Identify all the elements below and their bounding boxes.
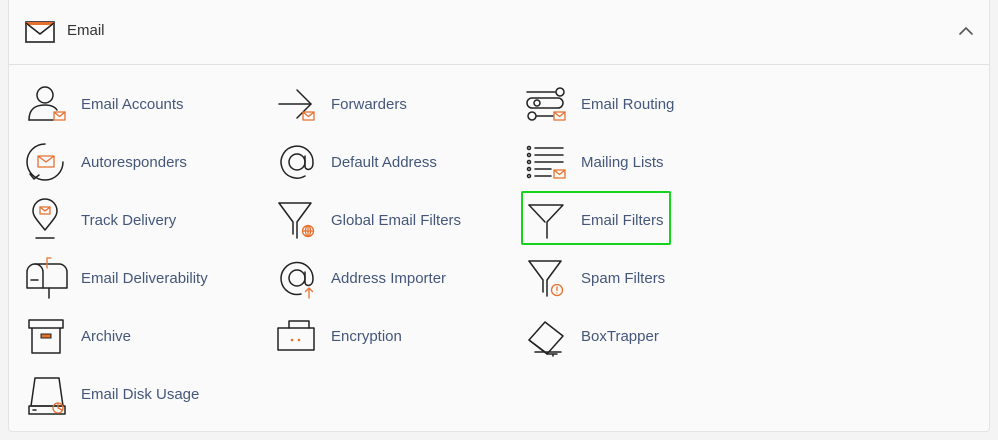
global-email-filters-label: Global Email Filters <box>331 212 462 229</box>
email-filters-icon <box>528 204 564 239</box>
global-email-filters-icon <box>278 202 315 239</box>
archive-icon <box>28 319 64 354</box>
autoresponders-icon <box>26 143 64 181</box>
email-disk-usage-label: Email Disk Usage <box>81 386 200 403</box>
encryption-icon <box>277 320 315 351</box>
spam-filters-icon <box>528 260 564 297</box>
encryption-label: Encryption <box>331 328 402 345</box>
chevron-up-icon[interactable] <box>959 26 973 36</box>
envelope-icon <box>25 21 55 43</box>
boxtrapper-icon <box>528 321 564 357</box>
email-routing-icon <box>526 87 566 121</box>
forwarders-icon <box>278 89 315 121</box>
default-address-label: Default Address <box>331 154 437 171</box>
autoresponders-label: Autoresponders <box>81 154 187 171</box>
default-address-icon <box>280 145 314 179</box>
email-routing-label: Email Routing <box>581 96 675 113</box>
email-deliverability-icon <box>26 257 68 299</box>
spam-filters-label: Spam Filters <box>581 270 666 287</box>
archive-label: Archive <box>81 328 132 345</box>
mailing-lists-label: Mailing Lists <box>581 154 664 171</box>
track-delivery-icon <box>32 198 58 239</box>
email-disk-usage-icon <box>28 377 66 415</box>
address-importer-label: Address Importer <box>331 270 447 287</box>
track-delivery-label: Track Delivery <box>81 212 177 229</box>
email-deliverability-label: Email Deliverability <box>81 270 208 287</box>
forwarders-label: Forwarders <box>331 96 407 113</box>
email-section-panel: Email Email Accounts Forwarders Email Ro… <box>8 0 990 432</box>
address-importer-icon <box>280 261 314 299</box>
email-accounts-label: Email Accounts <box>81 96 184 113</box>
boxtrapper-label: BoxTrapper <box>581 328 659 345</box>
email-section-header[interactable]: Email <box>9 0 989 65</box>
email-accounts-icon <box>28 86 66 121</box>
mailing-lists-icon <box>526 145 566 179</box>
section-title: Email <box>67 22 105 39</box>
email-filters-label: Email Filters <box>581 212 664 229</box>
